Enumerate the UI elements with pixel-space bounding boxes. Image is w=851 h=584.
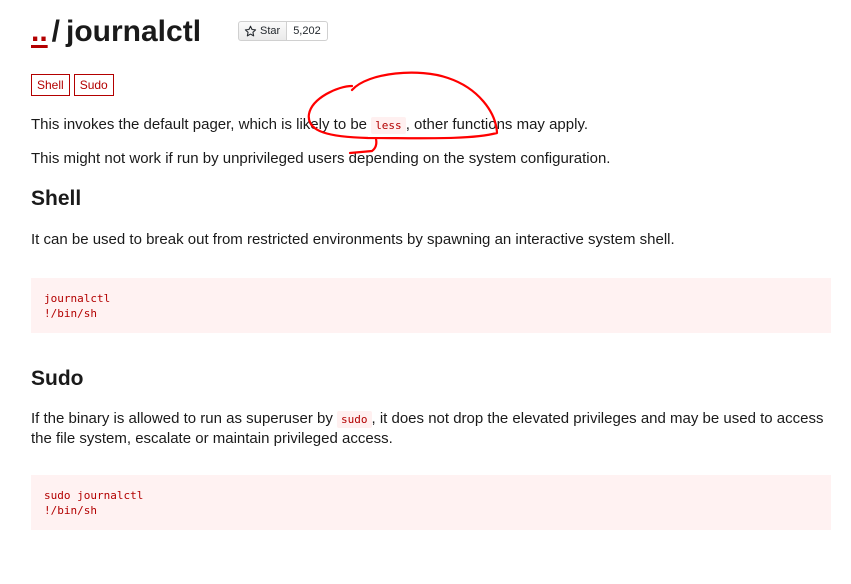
code-line: sudo journalctl: [44, 489, 144, 502]
code-line: journalctl: [44, 292, 111, 305]
shell-code-block[interactable]: journalctl !/bin/sh: [31, 278, 831, 333]
unprivileged-note: This might not work if run by unprivileg…: [31, 150, 611, 167]
sudo-description: If the binary is allowed to run as super…: [31, 409, 836, 448]
star-button[interactable]: Star: [238, 21, 288, 41]
title-separator: /: [51, 15, 61, 48]
function-tags: Shell Sudo: [31, 74, 114, 96]
code-line: !/bin/sh: [44, 307, 97, 320]
pager-note: This invokes the default pager, which is…: [31, 115, 836, 135]
star-label: Star: [260, 25, 281, 37]
star-count[interactable]: 5,202: [287, 21, 328, 41]
section-heading-shell: Shell: [31, 187, 82, 210]
star-outline-icon: [244, 25, 257, 36]
pager-text-post: , other functions may apply.: [405, 116, 589, 133]
page-header: .. / journalctl: [31, 12, 201, 52]
pager-text-pre: This invokes the default pager, which is…: [31, 116, 372, 133]
pager-code: less: [371, 117, 406, 134]
section-heading-sudo: Sudo: [31, 367, 84, 390]
code-line: !/bin/sh: [44, 504, 97, 517]
up-link[interactable]: ..: [31, 15, 48, 48]
github-star-widget: Star 5,202: [238, 21, 328, 41]
shell-description: It can be used to break out from restric…: [31, 231, 675, 248]
sudo-code: sudo: [337, 411, 372, 428]
tag-shell[interactable]: Shell: [31, 74, 70, 96]
sudo-text-pre: If the binary is allowed to run as super…: [31, 410, 337, 427]
binary-name: journalctl: [66, 15, 202, 48]
page-title: .. / journalctl: [31, 12, 201, 52]
tag-sudo[interactable]: Sudo: [73, 74, 114, 96]
sudo-code-block[interactable]: sudo journalctl !/bin/sh: [31, 475, 831, 530]
